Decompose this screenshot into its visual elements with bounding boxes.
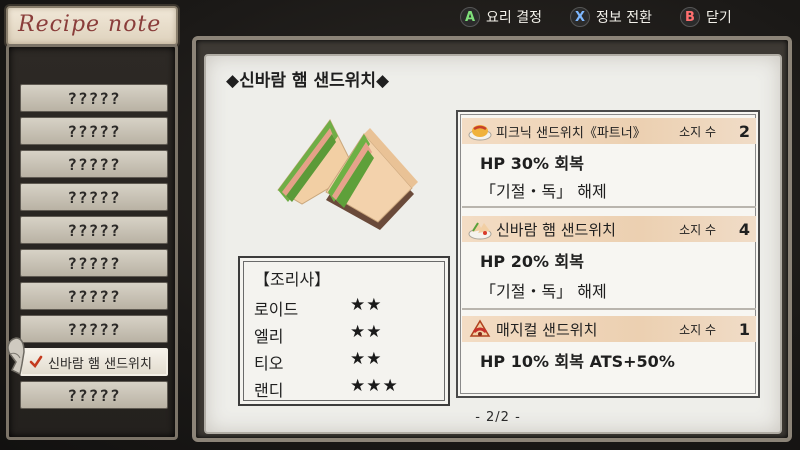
recipe-list-item[interactable]: ????? <box>20 381 168 409</box>
recipe-list-item[interactable]: ????? <box>20 117 168 145</box>
omelet-icon <box>468 125 492 141</box>
recipe-list-item[interactable]: ????? <box>20 183 168 211</box>
b-button-icon: B <box>679 7 700 27</box>
result-effect: 「기절・독」 해제 <box>480 182 607 201</box>
selection-cursor-icon <box>7 337 25 376</box>
recipe-list: ????? ????? ????? ????? ????? ????? ????… <box>20 84 170 414</box>
chef-box: 【조리사】 로이드 ★★ 엘리 ★★ 티오 ★★ 랜디 ★★★ <box>238 256 450 406</box>
recipe-list-item[interactable]: ????? <box>20 84 168 112</box>
hint-label: 닫기 <box>705 10 732 26</box>
recipe-list-item[interactable]: ????? <box>20 282 168 310</box>
chef-stars: ★★★ <box>350 376 399 396</box>
owned-count: 2 <box>738 121 750 141</box>
result-name: 피크닉 샌드위치《파트너》 <box>496 125 646 141</box>
result-effect: HP 10% 회복 ATS+50% <box>480 352 675 371</box>
hint-decide-cooking[interactable]: A 요리 결정 <box>460 7 542 27</box>
recipe-note-title: Recipe note <box>18 12 162 37</box>
result-header: 매지컬 샌드위치 소지 수 1 <box>462 316 756 342</box>
hint-label: 정보 전환 <box>595 10 652 26</box>
result-effect: HP 30% 회복 <box>480 154 584 173</box>
recipe-list-item[interactable]: ????? <box>20 216 168 244</box>
hint-label: 요리 결정 <box>486 10 542 26</box>
results-box: 피크닉 샌드위치《파트너》 소지 수 2 HP 30% 회복 「기절・독」 해제… <box>456 110 760 398</box>
result-name: 매지컬 샌드위치 <box>496 320 598 339</box>
owned-label: 소지 수 <box>679 322 716 337</box>
owned-count: 1 <box>738 319 750 339</box>
owned-label: 소지 수 <box>679 124 716 139</box>
recipe-list-item[interactable]: ????? <box>20 150 168 178</box>
button-hints: A 요리 결정 X 정보 전환 B 닫기 <box>460 6 732 28</box>
owned-label: 소지 수 <box>679 222 716 237</box>
checkmark-icon <box>29 355 43 369</box>
chef-name: 로이드 <box>254 300 299 319</box>
magical-sandwich-icon <box>469 319 491 337</box>
chef-stars: ★★ <box>350 295 383 315</box>
recipe-note-title-plate: Recipe note <box>6 6 178 46</box>
result-header: 신바람 햄 샌드위치 소지 수 4 <box>462 216 756 242</box>
hint-close[interactable]: B 닫기 <box>679 7 732 27</box>
chef-name: 랜디 <box>254 381 284 400</box>
owned-count: 4 <box>738 219 750 239</box>
results-divider <box>462 308 756 310</box>
results-divider <box>462 206 756 208</box>
a-button-icon: A <box>460 7 480 27</box>
x-button-icon: X <box>569 7 590 27</box>
chef-stars: ★★ <box>350 349 383 369</box>
chef-name: 티오 <box>254 354 284 373</box>
page-indicator: - 2/2 - <box>475 410 521 425</box>
sandwich-illustration <box>277 119 418 230</box>
chef-name: 엘리 <box>254 327 284 346</box>
result-header: 피크닉 샌드위치《파트너》 소지 수 2 <box>462 118 756 144</box>
hint-toggle-info[interactable]: X 정보 전환 <box>569 7 652 27</box>
recipe-list-item-label: 신바람 햄 샌드위치 <box>48 356 152 372</box>
recipe-title: ◆신바람 햄 샌드위치◆ <box>226 71 390 91</box>
chef-header: 【조리사】 <box>254 270 331 289</box>
result-name: 신바람 햄 샌드위치 <box>496 220 616 239</box>
recipe-list-item-selected[interactable]: 신바람 햄 샌드위치 <box>20 348 168 376</box>
result-effect: HP 20% 회복 <box>480 252 584 271</box>
sandwich-plate-icon <box>468 222 492 240</box>
recipe-list-item[interactable]: ????? <box>20 249 168 277</box>
result-effect: 「기절・독」 해제 <box>480 282 607 301</box>
chef-stars: ★★ <box>350 322 383 342</box>
recipe-list-item[interactable]: ????? <box>20 315 168 343</box>
